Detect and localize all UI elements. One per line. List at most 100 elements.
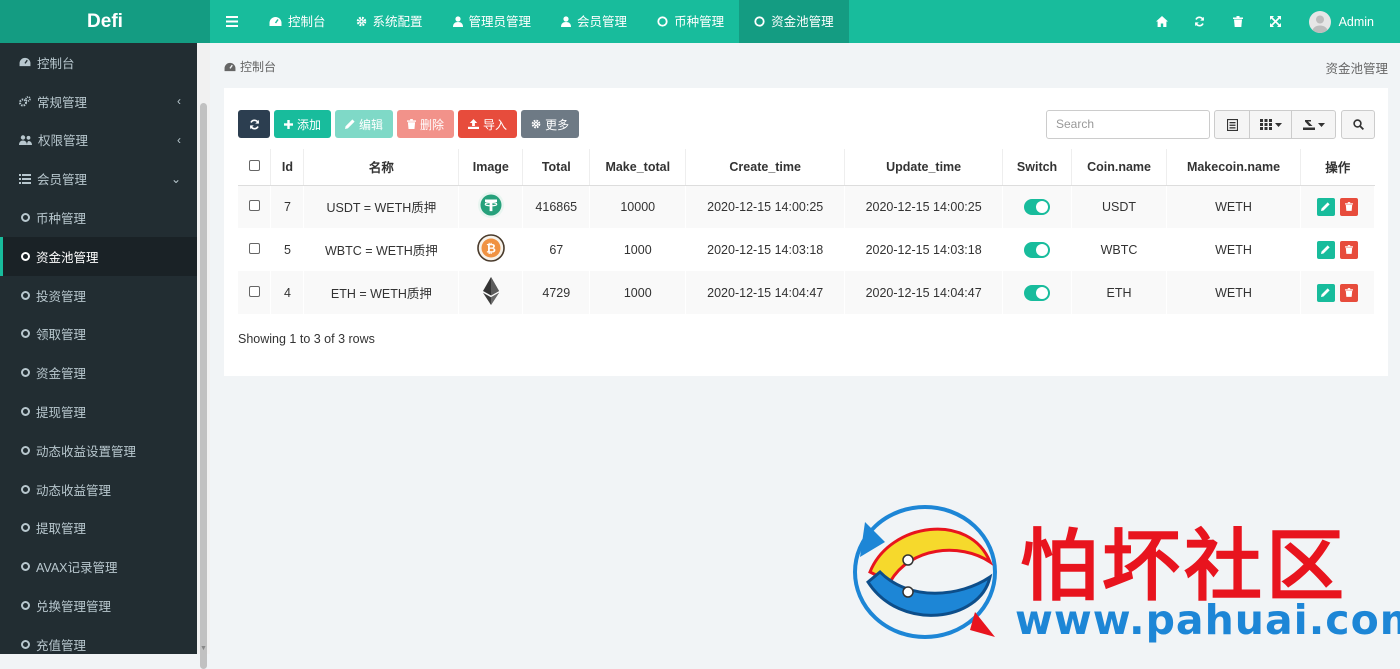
- tab-label: 系统配置: [372, 14, 423, 29]
- columns-button[interactable]: [1249, 111, 1291, 138]
- cell-create-time: 2020-12-15 14:04:47: [685, 271, 846, 314]
- row-select-cell: [238, 185, 272, 228]
- sidebar-item-fund-pool[interactable]: 资金池管理: [0, 236, 197, 276]
- clear-cache-button[interactable]: [1219, 0, 1257, 43]
- ethereum-icon[interactable]: [482, 277, 500, 305]
- caret-down-icon: [1274, 122, 1282, 127]
- tab-admin-management[interactable]: 管理员管理: [438, 0, 547, 43]
- column-header-image[interactable]: Image: [458, 149, 524, 186]
- bitcoin-icon[interactable]: ₿: [477, 234, 505, 262]
- cell-makecoin-name: WETH: [1166, 271, 1301, 314]
- svg-text:₿: ₿: [486, 242, 496, 256]
- sidebar-item-dynamic-earnings[interactable]: 动态收益管理: [0, 470, 197, 509]
- tab-fund-pool-management[interactable]: 资金池管理: [739, 0, 849, 43]
- sidebar-item-exchange[interactable]: 兑换管理管理: [0, 586, 197, 625]
- circle-icon: [21, 601, 30, 611]
- scrollbar-thumb[interactable]: [200, 103, 207, 669]
- trash-icon: [1345, 245, 1354, 254]
- tether-icon[interactable]: [477, 191, 505, 219]
- search-icon: [1352, 119, 1364, 130]
- sidebar-item-label: 充值管理: [36, 638, 87, 653]
- tab-dashboard[interactable]: 控制台: [254, 0, 341, 43]
- circle-icon: [21, 290, 30, 300]
- cell-actions: [1300, 185, 1376, 228]
- sidebar-item-avax-records[interactable]: AVAX记录管理: [0, 547, 197, 586]
- status-toggle[interactable]: [1024, 241, 1051, 258]
- fullscreen-button[interactable]: [1257, 0, 1295, 43]
- refresh-icon: [249, 119, 260, 130]
- column-header-switch[interactable]: Switch: [1002, 149, 1073, 186]
- sidebar-item-claim[interactable]: 领取管理: [0, 315, 197, 354]
- sidebar-item-permissions[interactable]: 权限管理 ‹: [0, 121, 197, 160]
- sidebar-item-members[interactable]: 会员管理 ⌄: [0, 159, 197, 198]
- add-button[interactable]: 添加: [274, 110, 332, 138]
- sidebar-item-withdrawal[interactable]: 提现管理: [0, 392, 197, 431]
- tab-system-config[interactable]: 系统配置: [341, 0, 438, 43]
- tab-label: 资金池管理: [771, 14, 834, 29]
- column-header-make-total[interactable]: Make_total: [589, 149, 687, 186]
- sidebar-item-coin[interactable]: 币种管理: [0, 198, 197, 237]
- row-edit-button[interactable]: [1316, 283, 1335, 302]
- row-checkbox[interactable]: [248, 285, 260, 297]
- row-edit-button[interactable]: [1316, 240, 1335, 259]
- cell-image: [458, 271, 524, 314]
- breadcrumb-home[interactable]: 控制台: [240, 58, 276, 75]
- column-header-coin-name[interactable]: Coin.name: [1071, 149, 1168, 186]
- column-header-create-time[interactable]: Create_time: [685, 149, 846, 186]
- status-toggle[interactable]: [1024, 284, 1051, 301]
- status-toggle[interactable]: [1024, 198, 1051, 215]
- tab-member-management[interactable]: 会员管理: [546, 0, 642, 43]
- cell-coin-name: WBTC: [1071, 228, 1168, 271]
- row-delete-button[interactable]: [1340, 197, 1359, 216]
- trash-icon: [1345, 202, 1354, 212]
- delete-button[interactable]: 删除: [397, 110, 455, 138]
- avatar: [1308, 10, 1331, 33]
- refresh-button[interactable]: [1181, 0, 1219, 43]
- user-menu[interactable]: Admin: [1295, 0, 1400, 43]
- upload-icon: [468, 119, 480, 129]
- column-header-id[interactable]: Id: [270, 149, 305, 186]
- edit-button[interactable]: 编辑: [335, 110, 394, 138]
- more-button[interactable]: 更多: [521, 110, 580, 138]
- scroll-down-arrow-icon[interactable]: ▼: [200, 645, 207, 652]
- advanced-search-button[interactable]: [1341, 110, 1375, 139]
- app-logo[interactable]: Defi: [0, 0, 210, 43]
- sidebar-item-dynamic-settings[interactable]: 动态收益设置管理: [0, 431, 197, 470]
- sidebar-item-dashboard[interactable]: 控制台: [0, 43, 197, 82]
- sidebar-scrollbar[interactable]: ▼: [197, 43, 210, 669]
- sidebar-item-general[interactable]: 常规管理 ‹: [0, 82, 197, 121]
- sidebar-item-extraction[interactable]: 提取管理: [0, 509, 197, 548]
- dashboard-icon: [224, 62, 236, 72]
- column-header-update-time[interactable]: Update_time: [844, 149, 1004, 186]
- more-button-label: 更多: [545, 117, 570, 132]
- row-edit-button[interactable]: [1316, 197, 1335, 216]
- column-header-makecoin-name[interactable]: Makecoin.name: [1166, 149, 1301, 186]
- tab-coin-management[interactable]: 币种管理: [642, 0, 739, 43]
- row-checkbox[interactable]: [248, 242, 260, 254]
- export-button[interactable]: [1291, 111, 1335, 138]
- sidebar-item-label: 常规管理: [37, 95, 88, 110]
- row-delete-button[interactable]: [1340, 283, 1359, 302]
- tab-label: 控制台: [288, 14, 326, 29]
- sidebar-toggle-button[interactable]: [210, 0, 254, 43]
- row-checkbox[interactable]: [248, 199, 260, 211]
- cell-update-time: 2020-12-15 14:03:18: [844, 228, 1004, 271]
- refresh-button[interactable]: [238, 110, 270, 138]
- fish-logo-icon: [850, 502, 1000, 642]
- column-header-name[interactable]: 名称: [303, 149, 460, 186]
- circle-icon: [754, 16, 765, 27]
- circle-icon: [21, 639, 30, 649]
- dashboard-icon: [19, 57, 31, 67]
- toggle-view-button[interactable]: [1215, 111, 1249, 138]
- select-all-checkbox[interactable]: [248, 159, 260, 171]
- sidebar-item-investment[interactable]: 投资管理: [0, 276, 197, 315]
- sidebar-item-label: 动态收益设置管理: [36, 444, 137, 459]
- column-header-total[interactable]: Total: [522, 149, 591, 186]
- sidebar-item-recharge[interactable]: 充值管理: [0, 625, 197, 654]
- import-button[interactable]: 导入: [458, 110, 518, 138]
- table-panel: 添加 编辑 删除 导入 更多 Search Id 名称 Image Total …: [224, 88, 1388, 376]
- home-button[interactable]: [1143, 0, 1181, 43]
- sidebar-item-funds[interactable]: 资金管理: [0, 353, 197, 392]
- row-delete-button[interactable]: [1340, 240, 1359, 259]
- search-input[interactable]: Search: [1046, 110, 1210, 139]
